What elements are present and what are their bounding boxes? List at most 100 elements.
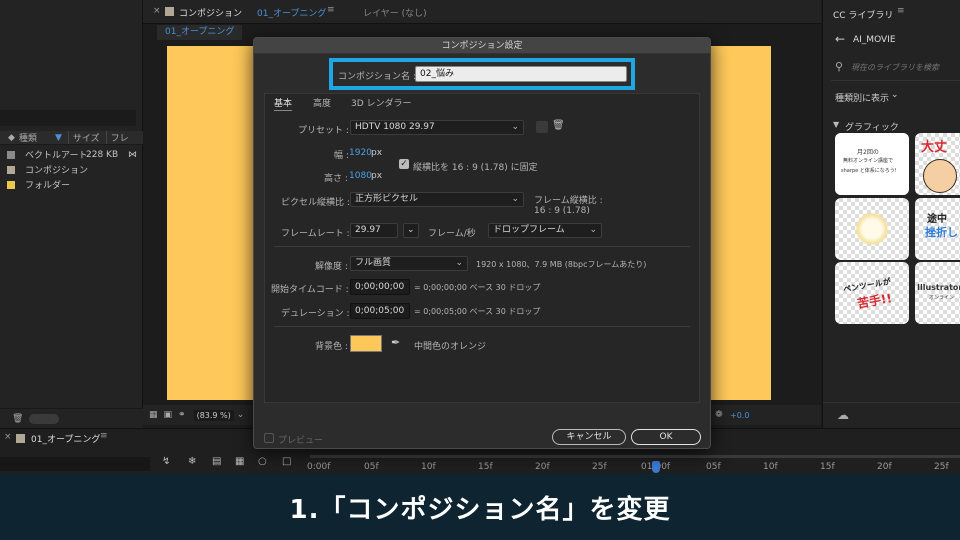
comp-tab-prefix[interactable]: コンポジション	[179, 6, 242, 19]
face-illustration	[923, 159, 957, 193]
playhead[interactable]	[652, 461, 660, 473]
tab-basic[interactable]: 基本	[274, 96, 293, 111]
comp-swatch	[165, 7, 174, 16]
graphic-thumb[interactable]: Illustratorに オンライン	[915, 262, 960, 324]
layer-tab[interactable]: レイヤー (なし)	[363, 6, 427, 19]
comp-name-label: コンポジション名 :	[338, 72, 416, 82]
item-name: フォルダー	[25, 181, 71, 191]
tab-menu-icon[interactable]: ≡	[100, 431, 108, 441]
divider	[274, 326, 690, 327]
graphic-thumb[interactable]: 大丈	[915, 133, 960, 195]
panel-menu-icon[interactable]: ≡	[897, 6, 905, 16]
item-name: コンポジション	[25, 166, 89, 176]
thumb-text: 月2回の	[857, 149, 879, 156]
color-wheel-icon[interactable]: ❁	[715, 410, 723, 420]
start-timecode-label: 開始タイムコード :	[271, 285, 349, 295]
resolution-select[interactable]: フル画質 ⌄	[350, 256, 468, 271]
chevron-down-icon: ⌄	[589, 225, 597, 235]
motion-blur-icon[interactable]: ○	[258, 456, 267, 467]
comp-tab-name[interactable]: 01_オープニング	[257, 6, 326, 19]
graph-editor-icon[interactable]: □	[282, 456, 291, 467]
ruler-tick: 15f	[478, 462, 493, 472]
comp-subtab[interactable]: 01_オープニング	[157, 25, 243, 40]
vr-icon[interactable]: ⚭	[178, 410, 186, 420]
exposure-value[interactable]: +0.0	[730, 411, 749, 420]
close-icon[interactable]: ×	[4, 432, 12, 442]
burst-illustration	[855, 212, 889, 246]
library-search-input[interactable]: 現在のライブラリを検索	[851, 62, 939, 73]
thumb-text: 途中	[927, 214, 947, 225]
graphic-thumb[interactable]: 途中 挫折し	[915, 198, 960, 260]
list-item[interactable]: コンポジション	[0, 162, 143, 177]
comp-flowchart-icon[interactable]: ↯	[162, 456, 170, 467]
preset-value: HDTV 1080 29.97	[355, 122, 435, 132]
bg-color-swatch[interactable]	[350, 335, 382, 352]
preview-checkbox[interactable]	[264, 433, 274, 443]
cloud-icon[interactable]: ☁	[837, 408, 849, 422]
ruler-tick: 25f	[592, 462, 607, 472]
column-type[interactable]: 種類	[19, 131, 37, 144]
preset-label: プリセット :	[298, 126, 349, 136]
thumb-text: オンライン	[929, 295, 955, 301]
chevron-down-icon[interactable]: ⌄	[891, 90, 899, 100]
view-by-dropdown[interactable]: 種類別に表示	[835, 91, 889, 104]
back-arrow-icon[interactable]: ←	[835, 32, 845, 46]
viewer-tabbar: × コンポジション 01_オープニング ≡ レイヤー (なし)	[143, 0, 821, 24]
work-area-bar[interactable]	[310, 455, 960, 458]
width-value[interactable]: 1920	[349, 148, 372, 158]
ruler-tick: 0:00f	[307, 462, 331, 472]
column-size[interactable]: サイズ	[67, 131, 100, 144]
graphic-thumb[interactable]: 月2回の 無料オンライン講座で sharpe と体系になろう!	[835, 133, 909, 195]
sort-icon[interactable]: ▼	[55, 133, 62, 143]
trash-icon[interactable]: 🗑	[552, 120, 565, 131]
save-preset-icon[interactable]	[536, 121, 548, 133]
pixel-aspect-value: 正方形ピクセル	[355, 194, 419, 204]
duration-label: デュレーション :	[281, 309, 350, 319]
libraries-title[interactable]: CC ライブラリ	[833, 8, 893, 21]
comp-name-input[interactable]: 02_悩み	[415, 66, 627, 82]
lock-aspect-label: 縦横比を 16 : 9 (1.78) に固定	[413, 163, 538, 173]
tab-menu-icon[interactable]: ≡	[327, 5, 335, 15]
section-graphic: グラフィック	[845, 123, 899, 133]
close-icon[interactable]: ×	[153, 6, 161, 16]
list-item[interactable]: フォルダー	[0, 177, 143, 192]
column-frame[interactable]: フレ	[105, 131, 129, 144]
ok-button[interactable]: OK	[631, 429, 701, 445]
shy-layers-icon[interactable]: ▤	[212, 456, 221, 467]
trash-icon[interactable]: 🗑	[12, 414, 23, 424]
timeline-tab[interactable]: 01_オープニング	[31, 432, 100, 445]
pixel-aspect-select[interactable]: 正方形ピクセル ⌄	[350, 192, 524, 207]
magnify-icon[interactable]: ▦	[149, 410, 158, 420]
graphic-thumb[interactable]: ペンツールが 苦手!!	[835, 262, 909, 324]
zoom-level[interactable]: (83.9 %)	[193, 409, 234, 421]
drop-frame-select[interactable]: ドロップフレーム ⌄	[488, 223, 602, 238]
eyedropper-icon[interactable]: ✒	[391, 336, 400, 349]
duration-input[interactable]: 0;00;05;00	[350, 303, 410, 319]
draft-3d-icon[interactable]: ❄	[188, 456, 196, 467]
frame-blend-icon[interactable]: ▦	[235, 456, 244, 467]
project-column-header: ◆ 種類 ▼ サイズ フレ	[0, 131, 143, 145]
ruler-tick: 25f	[934, 462, 949, 472]
start-timecode-input[interactable]: 0;00;00;00	[350, 279, 410, 295]
lock-aspect-checkbox[interactable]: ✓	[399, 159, 409, 169]
monitor-icon[interactable]: ▣	[164, 410, 173, 420]
tab-advanced[interactable]: 高度	[313, 96, 331, 109]
preset-select[interactable]: HDTV 1080 29.97 ⌄	[350, 120, 524, 135]
section-toggle-icon[interactable]: ▼	[833, 120, 839, 129]
ruler-tick: 10f	[763, 462, 778, 472]
chevron-down-icon[interactable]: ⌄	[237, 410, 245, 420]
search-icon[interactable]: ⚲	[835, 60, 843, 73]
tab-3d-renderer[interactable]: 3D レンダラー	[351, 96, 412, 109]
project-panel: ◆ 種類 ▼ サイズ フレ ベクトルアート 228 KB ⋈ コンポジション フ…	[0, 0, 143, 428]
tutorial-caption: 1.「コンポジション名」を変更	[0, 474, 960, 540]
graphic-thumb[interactable]	[835, 198, 909, 260]
framerate-dropdown[interactable]: ⌄	[403, 223, 419, 238]
list-item[interactable]: ベクトルアート 228 KB ⋈	[0, 147, 143, 162]
framerate-input[interactable]: 29.97	[350, 223, 398, 238]
cancel-button[interactable]: キャンセル	[552, 429, 626, 445]
height-value[interactable]: 1080	[349, 171, 372, 181]
library-name: AI_MOVIE	[853, 35, 896, 45]
timecode-search-input[interactable]	[0, 457, 150, 471]
project-search-input[interactable]	[0, 110, 136, 126]
project-scroll[interactable]	[29, 413, 60, 424]
